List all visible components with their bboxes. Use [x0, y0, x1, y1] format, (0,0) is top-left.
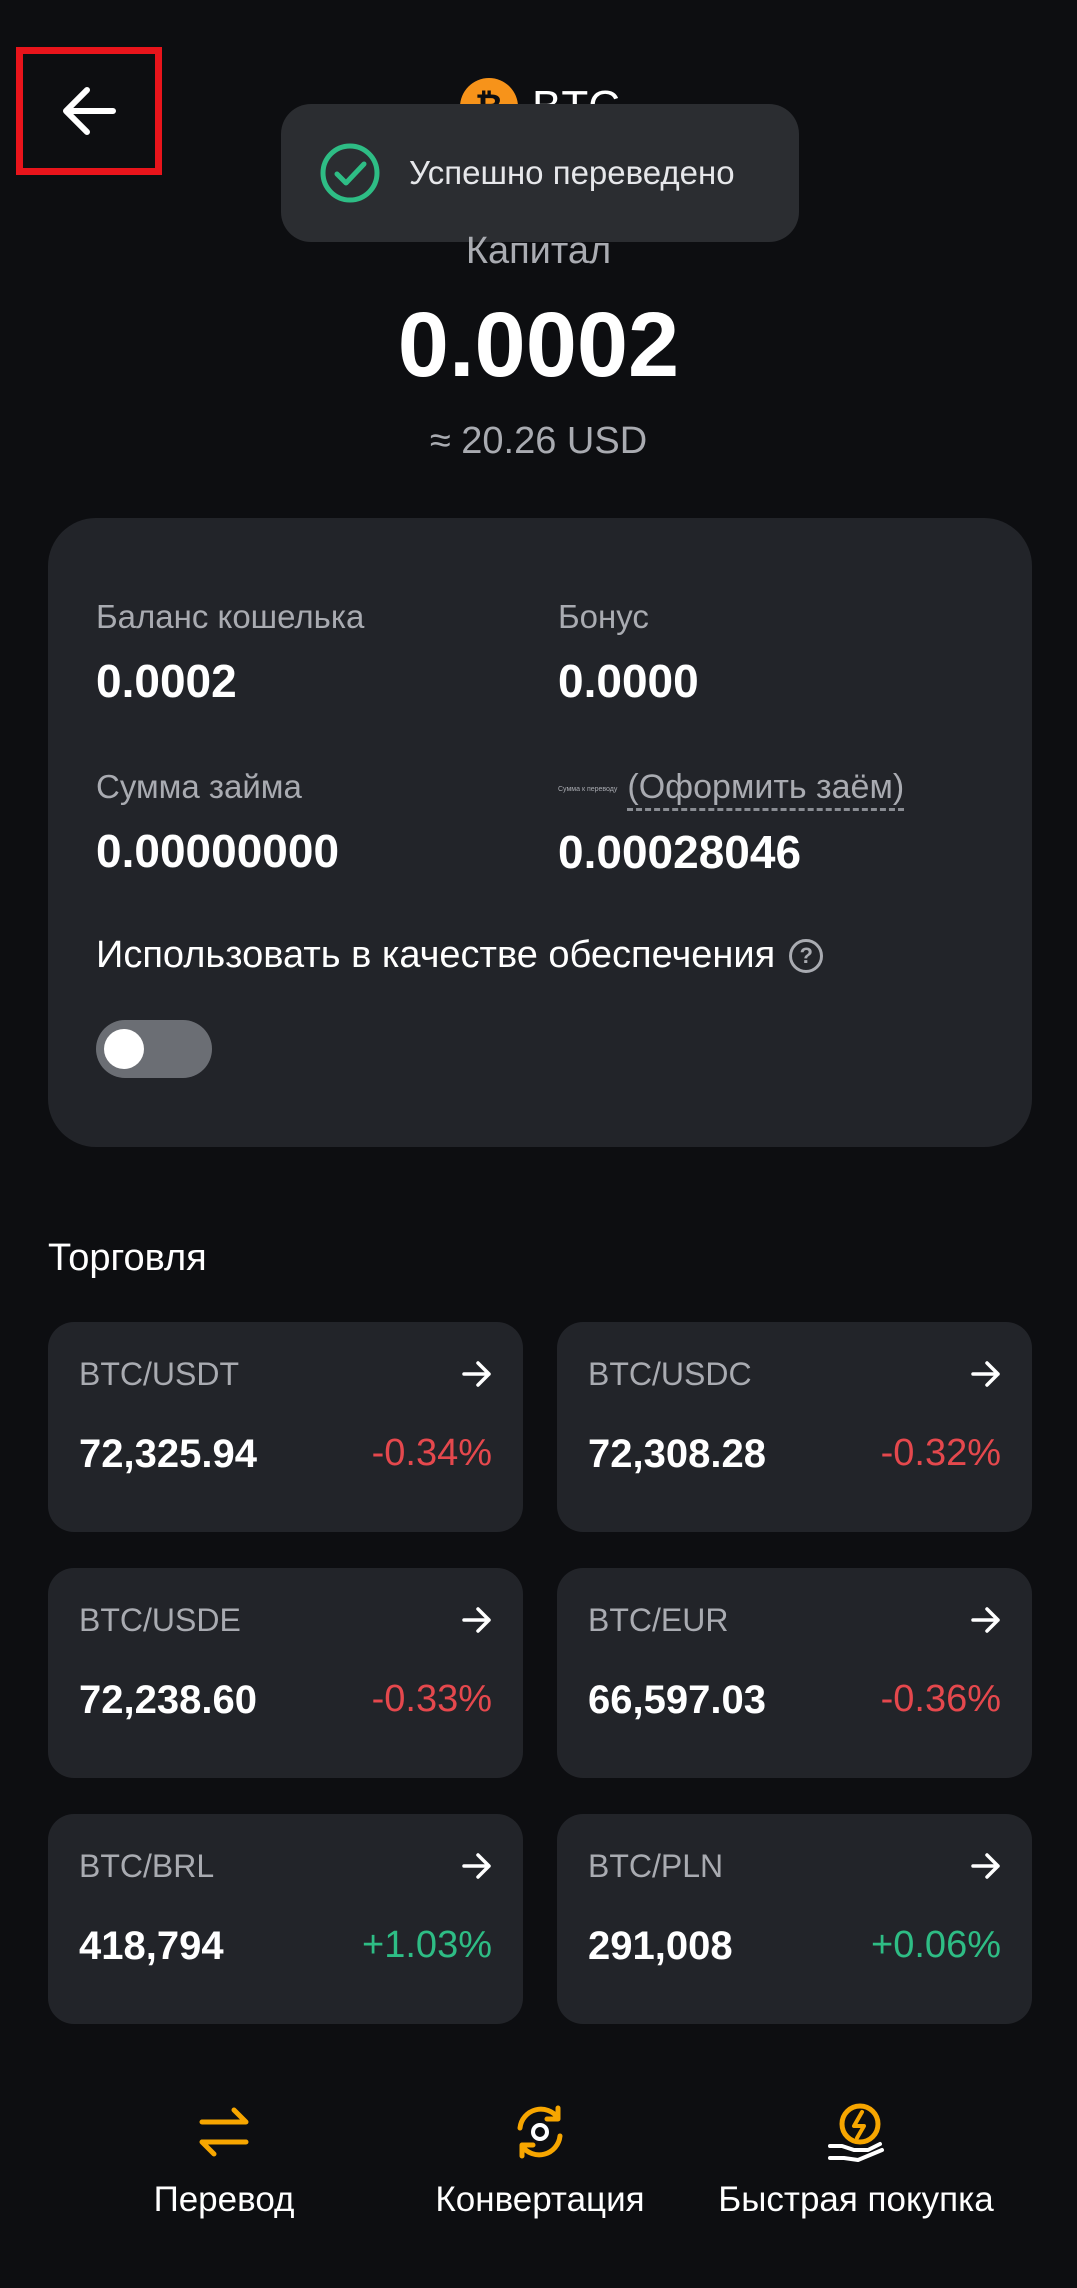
transfer-label: Перевод	[153, 2180, 295, 2219]
bonus: Бонус 0.0000	[558, 598, 699, 708]
pair-change: +1.03%	[362, 1924, 492, 1966]
wallet-balance-label: Баланс кошелька	[96, 598, 365, 635]
transfer-button[interactable]: Перевод	[124, 2100, 324, 2220]
question-mark-icon[interactable]: ?	[789, 938, 824, 973]
trading-pair-card[interactable]: BTC/BRL 418,794 +1.03%	[48, 1814, 523, 2024]
bonus-label: Бонус	[558, 598, 649, 635]
arrow-right-icon	[462, 1607, 491, 1633]
check-circle-icon	[320, 143, 380, 203]
pair-change: -0.32%	[880, 1432, 1001, 1474]
pair-price: 418,794	[79, 1924, 224, 1968]
equity-value: 0.0002	[397, 294, 680, 396]
transfer-amount: Сумма к переводу (Оформить заём) 0.000280…	[558, 768, 905, 879]
toast-message: Успешно переведено	[409, 154, 735, 191]
wallet-balance-value: 0.0002	[96, 655, 237, 707]
pair-change: -0.36%	[880, 1678, 1001, 1720]
pair-name: BTC/BRL	[79, 1848, 215, 1884]
trading-pair-card[interactable]: BTC/PLN 291,008 +0.06%	[557, 1814, 1032, 2024]
pair-change: +0.06%	[871, 1924, 1001, 1966]
arrow-right-icon	[462, 1853, 491, 1879]
pair-price: 291,008	[588, 1924, 733, 1968]
quick-buy-bolt-icon	[828, 2103, 884, 2162]
pair-price: 72,238.60	[79, 1678, 257, 1722]
pair-change: -0.33%	[371, 1678, 492, 1720]
transfer-amount-label: Сумма к переводу	[558, 785, 618, 793]
pair-price: 66,597.03	[588, 1678, 766, 1722]
toggle-knob	[104, 1029, 144, 1069]
quick-buy-button[interactable]: Быстрая покупка	[704, 2100, 1008, 2220]
pair-name: BTC/USDT	[79, 1356, 239, 1392]
pair-price: 72,308.28	[588, 1432, 766, 1476]
trading-pair-card[interactable]: BTC/USDT 72,325.94 -0.34%	[48, 1322, 523, 1532]
trading-pair-card[interactable]: BTC/USDE 72,238.60 -0.33%	[48, 1568, 523, 1778]
arrow-left-icon	[63, 87, 116, 135]
arrow-right-icon	[971, 1361, 1000, 1387]
loan-amount-label: Сумма займа	[96, 768, 302, 805]
pair-change: -0.34%	[371, 1432, 492, 1474]
collateral-row: Использовать в качестве обеспечения ?	[96, 934, 824, 977]
bonus-value: 0.0000	[558, 655, 699, 707]
back-button[interactable]	[16, 47, 162, 175]
bottom-actions: Перевод Конвертация Быстрая покупка	[0, 2100, 1077, 2250]
arrow-right-icon	[462, 1361, 491, 1387]
pair-name: BTC/EUR	[588, 1602, 729, 1638]
convert-cycle-icon	[517, 2105, 563, 2159]
loan-amount-value: 0.00000000	[96, 825, 340, 877]
coin-detail-screen: ₿ BTC Успешно переведено Капитал 0.0002 …	[0, 0, 1077, 2288]
quick-buy-label: Быстрая покупка	[718, 2180, 994, 2219]
balance-card: Баланс кошелька 0.0002 Бонус 0.0000 Сумм…	[48, 518, 1032, 1147]
arrow-right-icon	[971, 1853, 1000, 1879]
trading-section-title: Торговля	[48, 1237, 207, 1279]
transfer-arrows-icon	[199, 2107, 249, 2157]
equity-usd-value: ≈ 20.26 USD	[429, 420, 648, 462]
collateral-label: Использовать в качестве обеспечения	[96, 934, 776, 976]
arrow-right-icon	[971, 1607, 1000, 1633]
collateral-toggle[interactable]	[96, 1020, 212, 1078]
pair-name: BTC/USDE	[79, 1602, 241, 1638]
convert-button[interactable]: Конвертация	[420, 2100, 660, 2220]
pair-name: BTC/PLN	[588, 1848, 724, 1884]
wallet-balance: Баланс кошелька 0.0002	[96, 598, 364, 708]
convert-label: Конвертация	[435, 2180, 645, 2219]
equity-label: Капитал	[465, 230, 612, 272]
pair-price: 72,325.94	[79, 1432, 257, 1476]
success-toast: Успешно переведено	[281, 104, 799, 242]
trading-pair-card[interactable]: BTC/USDC 72,308.28 -0.32%	[557, 1322, 1032, 1532]
loan-amount: Сумма займа 0.00000000	[96, 768, 339, 878]
pair-name: BTC/USDC	[588, 1356, 752, 1392]
transfer-amount-value: 0.00028046	[558, 826, 802, 878]
trading-pair-card[interactable]: BTC/EUR 66,597.03 -0.36%	[557, 1568, 1032, 1778]
trading-pairs-grid: BTC/USDT 72,325.94 -0.34% BTC/USDC 72,30…	[48, 1322, 1032, 2024]
get-loan-link[interactable]: (Оформить заём)	[627, 768, 905, 811]
